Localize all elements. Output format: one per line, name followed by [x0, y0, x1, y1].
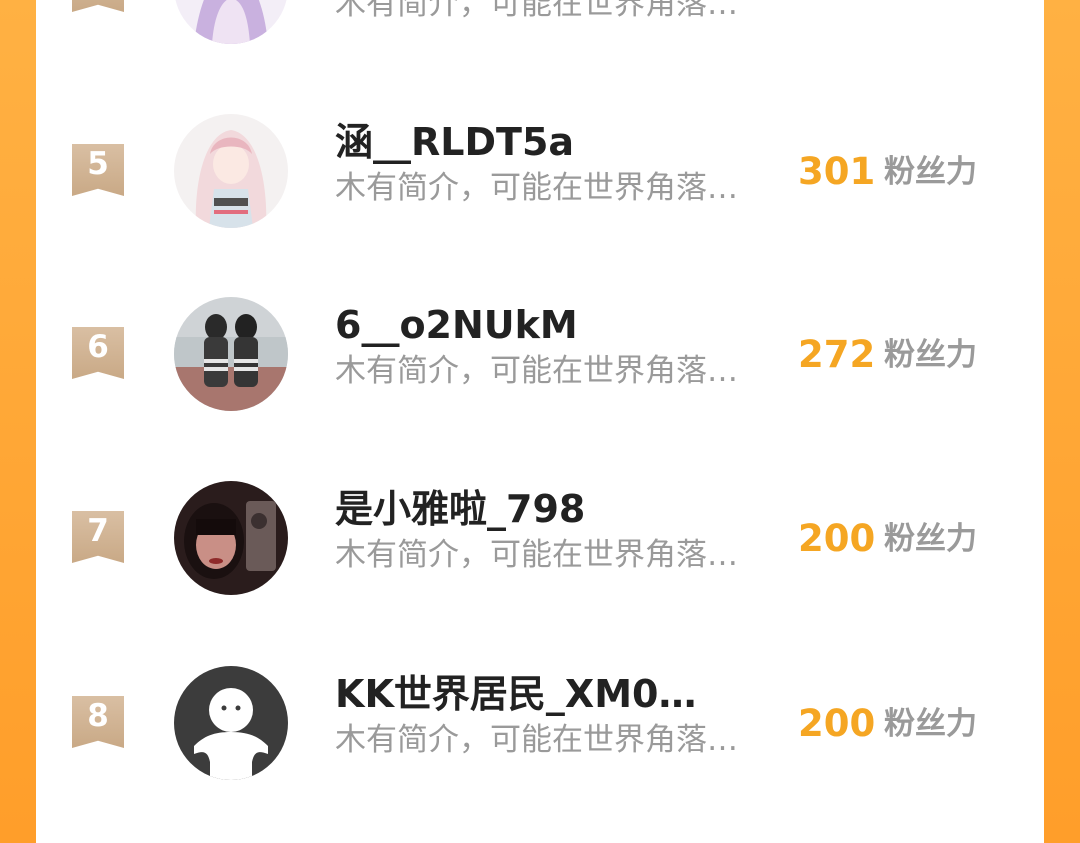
user-name[interactable]: KK世界居民_XM0… — [335, 666, 696, 722]
user-intro: 木有简介，可能在世界角落… — [335, 0, 738, 22]
user-name[interactable]: 是小雅啦_798 — [335, 481, 585, 537]
fan-score: 272 — [798, 333, 876, 376]
user-intro: 木有简介，可能在世界角落… — [335, 170, 738, 206]
fans-label: 粉丝力 — [884, 337, 977, 373]
fans-label: 粉丝力 — [884, 706, 977, 742]
avatar[interactable] — [174, 666, 288, 780]
avatar[interactable] — [174, 114, 288, 228]
user-name[interactable]: 涵__RLDT5a — [335, 114, 574, 170]
user-intro: 木有简介，可能在世界角落… — [335, 537, 738, 573]
fans-label: 粉丝力 — [884, 154, 977, 190]
avatar[interactable] — [174, 0, 288, 44]
list-item[interactable]: 4 木有简介，可能在世界角落… 粉丝力 — [36, 0, 1044, 70]
rank-badge: 6 — [72, 327, 124, 379]
user-intro: 木有简介，可能在世界角落… — [335, 353, 738, 389]
list-item[interactable]: 7 是小雅啦_798 木有简介，可能在世界角落… 200 粉丝力 — [36, 481, 1044, 621]
ranking-list: 4 木有简介，可能在世界角落… 粉丝力 5 — [36, 0, 1044, 843]
fan-score: 200 — [798, 702, 876, 745]
avatar[interactable] — [174, 481, 288, 595]
rank-badge: 4 — [72, 0, 124, 12]
fan-score: 301 — [798, 150, 876, 193]
anime-avatar-icon — [174, 0, 288, 44]
user-name[interactable]: 6__o2NUkM — [335, 297, 578, 353]
list-item[interactable]: 6 6__o2NUkM 木有简介，可能在世界角落… 272 粉丝力 — [36, 297, 1044, 437]
list-item[interactable]: 5 涵__RLDT5a 木有简介，可能在世界角落… 301 粉丝力 — [36, 114, 1044, 254]
avatar[interactable] — [174, 297, 288, 411]
photo-avatar-icon — [174, 481, 288, 595]
fan-score: 200 — [798, 517, 876, 560]
user-intro: 木有简介，可能在世界角落… — [335, 722, 738, 758]
rank-badge: 8 — [72, 696, 124, 748]
fans-label: 粉丝力 — [884, 521, 977, 557]
rank-badge: 7 — [72, 511, 124, 563]
photo-avatar-icon — [174, 297, 288, 411]
anime-avatar-icon — [174, 114, 288, 228]
rank-badge: 5 — [72, 144, 124, 196]
default-avatar-icon — [174, 666, 288, 780]
list-item[interactable]: 8 KK世界居民_XM0… 木有简介，可能在世界角落… 200 粉丝力 — [36, 666, 1044, 806]
